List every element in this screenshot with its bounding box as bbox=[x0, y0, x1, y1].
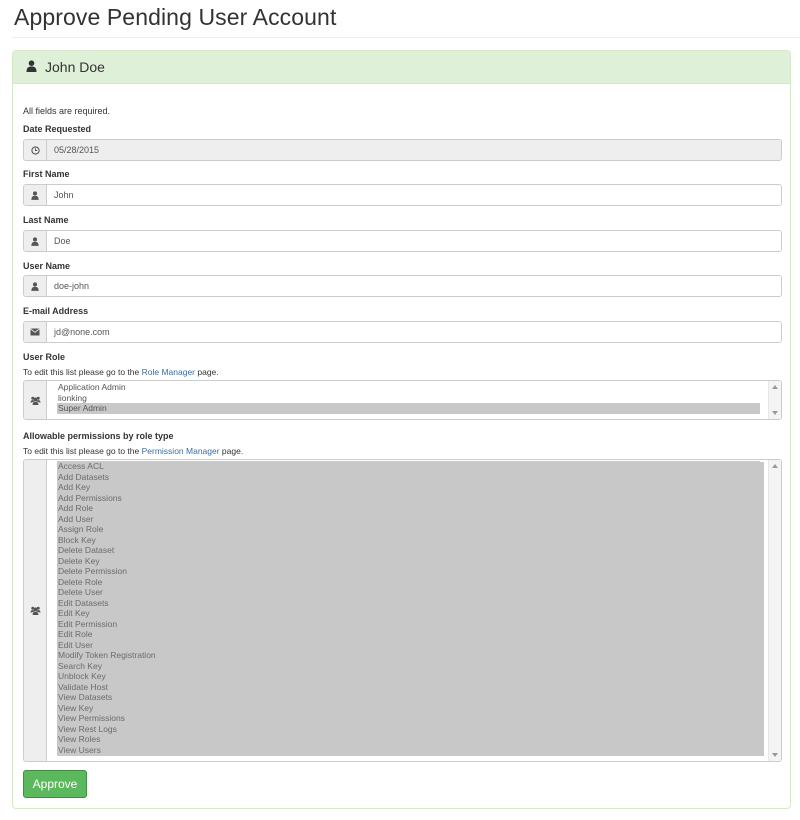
role-option[interactable]: Super Admin bbox=[57, 403, 760, 414]
approve-button[interactable]: Approve bbox=[23, 770, 87, 798]
envelope-icon bbox=[24, 322, 47, 342]
first-name-field[interactable]: John bbox=[23, 184, 782, 206]
permission-option[interactable]: Block Key bbox=[57, 534, 760, 545]
permissions-options[interactable]: Access ACL Add Datasets Add Key Add Permiss… bbox=[47, 460, 781, 761]
user-name-input[interactable]: doe-john bbox=[47, 276, 781, 296]
email-field[interactable]: jd@none.com bbox=[23, 321, 782, 343]
date-requested-value: 05/28/2015 bbox=[47, 140, 781, 160]
panel-user-name: John Doe bbox=[45, 59, 105, 75]
user-role-options[interactable]: Application Admin lionking Super Admin bbox=[47, 381, 781, 419]
first-name-label: First Name bbox=[23, 169, 70, 179]
date-requested-label: Date Requested bbox=[23, 124, 92, 134]
permission-option[interactable]: Edit Role bbox=[57, 629, 760, 640]
permission-option[interactable]: View Users bbox=[57, 744, 760, 755]
permission-option[interactable]: View Rest Logs bbox=[57, 723, 760, 734]
user-icon bbox=[24, 231, 47, 251]
first-name-input[interactable]: John bbox=[47, 185, 781, 205]
required-note: All fields are required. bbox=[23, 106, 111, 116]
permission-help-suffix: page. bbox=[219, 446, 244, 456]
last-name-input[interactable]: Doe bbox=[47, 231, 781, 251]
permission-option[interactable]: View Key bbox=[57, 702, 760, 713]
user-icon bbox=[24, 185, 47, 205]
permission-option[interactable]: Edit Key bbox=[57, 608, 760, 619]
permission-option[interactable]: Search Key bbox=[57, 660, 760, 671]
panel-heading: John Doe bbox=[13, 51, 790, 84]
email-input[interactable]: jd@none.com bbox=[47, 322, 781, 342]
permission-help-text: To edit this list please go to the Permi… bbox=[23, 446, 243, 456]
date-requested-field: 05/28/2015 bbox=[23, 139, 782, 161]
permissions-select[interactable]: Access ACL Add Datasets Add Key Add Permiss… bbox=[23, 459, 782, 762]
permission-option[interactable]: Assign Role bbox=[57, 524, 760, 535]
user-role-select[interactable]: Application Admin lionking Super Admin bbox=[23, 380, 782, 420]
permission-option[interactable]: Delete Key bbox=[57, 555, 760, 566]
clock-icon bbox=[24, 140, 47, 160]
permission-option[interactable]: Edit Permission bbox=[57, 618, 760, 629]
permission-option[interactable]: Edit Datasets bbox=[57, 597, 760, 608]
users-icon bbox=[24, 381, 47, 419]
permissions-option-list[interactable]: Access ACL Add Datasets Add Key Add Permiss… bbox=[57, 461, 781, 755]
permission-option[interactable]: Delete User bbox=[57, 587, 760, 598]
permission-option[interactable]: Access ACL bbox=[57, 461, 760, 472]
user-name-field[interactable]: doe-john bbox=[23, 275, 782, 297]
approval-panel: John Doe All fields are required. Date R… bbox=[12, 50, 791, 809]
role-scrollbar[interactable] bbox=[768, 381, 781, 419]
permission-option[interactable]: View Permissions bbox=[57, 713, 760, 724]
last-name-field[interactable]: Doe bbox=[23, 230, 782, 252]
permission-option[interactable]: Add Key bbox=[57, 482, 760, 493]
email-label: E-mail Address bbox=[23, 306, 89, 316]
users-icon bbox=[24, 460, 47, 761]
last-name-label: Last Name bbox=[23, 215, 69, 225]
user-icon bbox=[24, 276, 47, 296]
permission-option[interactable]: Validate Host bbox=[57, 681, 760, 692]
permission-option[interactable]: Modify Token Registration bbox=[57, 650, 760, 661]
permission-option[interactable]: Delete Role bbox=[57, 576, 760, 587]
user-icon bbox=[26, 59, 37, 75]
role-manager-link[interactable]: Role Manager bbox=[142, 367, 195, 377]
role-help-text: To edit this list please go to the Role … bbox=[23, 367, 219, 377]
permission-option[interactable]: Add Datasets bbox=[57, 471, 760, 482]
permission-option[interactable]: Add User bbox=[57, 513, 760, 524]
permission-manager-link[interactable]: Permission Manager bbox=[142, 446, 220, 456]
role-option[interactable]: Application Admin bbox=[57, 382, 760, 393]
permission-option[interactable]: View Roles bbox=[57, 734, 760, 745]
permission-option[interactable]: Add Role bbox=[57, 503, 760, 514]
role-help-suffix: page. bbox=[195, 367, 219, 377]
permission-option[interactable]: Unblock Key bbox=[57, 671, 760, 682]
role-option[interactable]: lionking bbox=[57, 393, 760, 404]
permission-option[interactable]: Delete Permission bbox=[57, 566, 760, 577]
role-help-prefix: To edit this list please go to the bbox=[23, 367, 142, 377]
title-divider bbox=[12, 37, 800, 38]
permission-option[interactable]: View Datasets bbox=[57, 692, 760, 703]
permission-help-prefix: To edit this list please go to the bbox=[23, 446, 142, 456]
permissions-scrollbar[interactable] bbox=[768, 460, 781, 761]
permission-option[interactable]: Add Permissions bbox=[57, 492, 760, 503]
permission-option[interactable]: Delete Dataset bbox=[57, 545, 760, 556]
page-title: Approve Pending User Account bbox=[14, 4, 337, 30]
user-role-label: User Role bbox=[23, 352, 66, 362]
permissions-label: Allowable permissions by role type bbox=[23, 431, 174, 441]
user-name-label: User Name bbox=[23, 261, 71, 271]
permission-option[interactable]: Edit User bbox=[57, 639, 760, 650]
